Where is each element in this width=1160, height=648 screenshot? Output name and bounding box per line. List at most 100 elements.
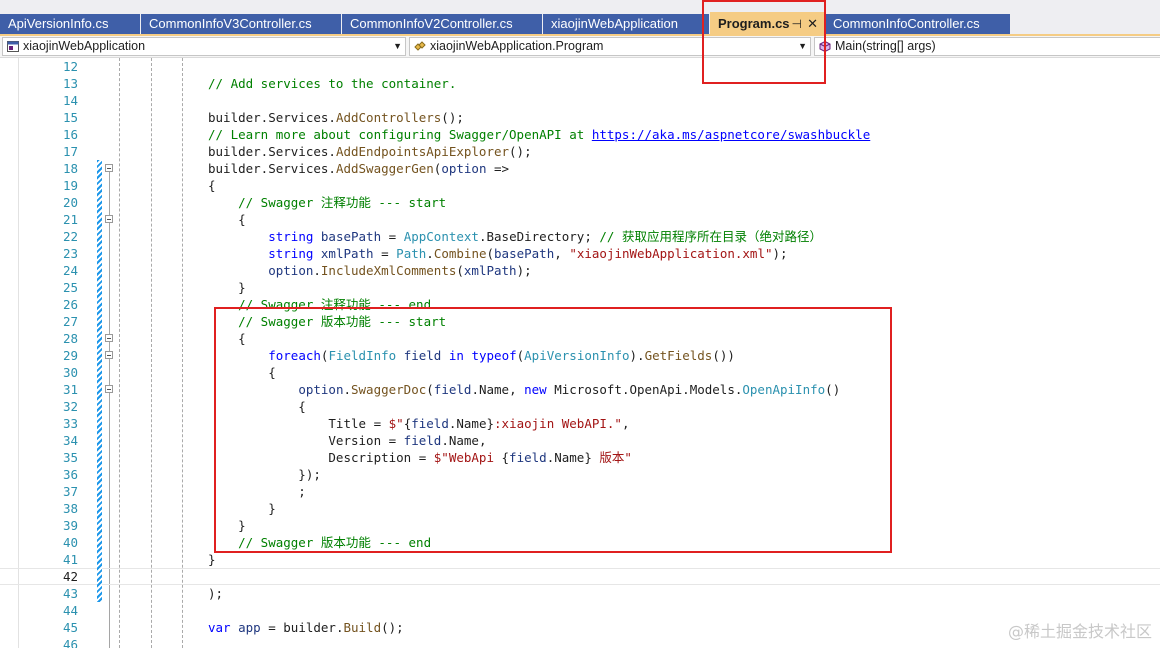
- code-token: field: [403, 348, 442, 363]
- code-line[interactable]: 14: [0, 92, 1160, 109]
- collapse-icon[interactable]: [105, 385, 113, 393]
- code-token: (: [456, 263, 464, 278]
- tab-commoninfocontroller[interactable]: CommonInfoController.cs: [825, 14, 1010, 34]
- line-number: 21: [62, 212, 78, 227]
- line-number: 30: [62, 365, 78, 380]
- code-line[interactable]: 21 {: [0, 211, 1160, 228]
- code-line[interactable]: 35 Description = $"WebApi {field.Name} 版…: [0, 449, 1160, 466]
- code-text: // Add services to the container.: [208, 75, 456, 92]
- code-line[interactable]: 40 // Swagger 版本功能 --- end: [0, 534, 1160, 551]
- project-dropdown[interactable]: xiaojinWebApplication ▼: [2, 37, 406, 56]
- code-line[interactable]: 34 Version = field.Name,: [0, 432, 1160, 449]
- code-text: var app = builder.Build();: [208, 619, 404, 636]
- code-text: string xmlPath = Path.Combine(basePath, …: [208, 245, 788, 262]
- code-line[interactable]: 31 option.SwaggerDoc(field.Name, new Mic…: [0, 381, 1160, 398]
- change-tracking-bar: [97, 585, 102, 602]
- code-token: );: [772, 246, 788, 261]
- code-token: {: [208, 331, 246, 346]
- code-line[interactable]: 27 // Swagger 版本功能 --- start: [0, 313, 1160, 330]
- change-tracking-bar: [97, 228, 102, 245]
- code-line[interactable]: 38 }: [0, 500, 1160, 517]
- line-number: 27: [62, 314, 78, 329]
- code-text: Title = $"{field.Name}:xiaojin WebAPI.",: [208, 415, 629, 432]
- code-token[interactable]: https://aka.ms/aspnetcore/swashbuckle: [592, 127, 870, 142]
- code-token: ;: [208, 484, 306, 499]
- code-token: (: [486, 246, 495, 261]
- code-token: string: [268, 246, 314, 261]
- collapse-icon[interactable]: [105, 215, 113, 223]
- tab-commoninfov2controller[interactable]: CommonInfoV2Controller.cs: [342, 14, 542, 34]
- code-line[interactable]: 24 option.IncludeXmlComments(xmlPath);: [0, 262, 1160, 279]
- code-line[interactable]: 13 // Add services to the container.: [0, 75, 1160, 92]
- code-token: SwaggerDoc: [351, 382, 427, 397]
- code-text: option.IncludeXmlComments(xmlPath);: [208, 262, 531, 279]
- code-text: // Swagger 版本功能 --- start: [208, 313, 446, 330]
- code-token: .: [426, 246, 434, 261]
- code-text: // Swagger 注释功能 --- end: [208, 296, 431, 313]
- code-line[interactable]: 43);: [0, 585, 1160, 602]
- code-token: .BaseDirectory;: [478, 229, 600, 244]
- tab-xiaojinwebapplication[interactable]: xiaojinWebApplication: [543, 14, 709, 34]
- code-line[interactable]: 15 builder.Services.AddControllers();: [0, 109, 1160, 126]
- line-number: 12: [62, 59, 78, 74]
- change-tracking-bar: [97, 245, 102, 262]
- code-token: Microsoft.OpenApi.Models.: [546, 382, 743, 397]
- change-tracking-bar: [97, 211, 102, 228]
- code-line[interactable]: 36 });: [0, 466, 1160, 483]
- code-line[interactable]: 12: [0, 58, 1160, 75]
- code-token: builder.Services.: [208, 144, 336, 159]
- code-line[interactable]: 22 string basePath = AppContext.BaseDire…: [0, 228, 1160, 245]
- class-dropdown[interactable]: xiaojinWebApplication.Program ▼: [409, 37, 811, 56]
- code-text: option.SwaggerDoc(field.Name, new Micros…: [208, 381, 840, 398]
- tab-program-cs[interactable]: Program.cs ⊣ ✕: [710, 12, 824, 36]
- code-line[interactable]: 23 string xmlPath = Path.Combine(basePat…: [0, 245, 1160, 262]
- code-line[interactable]: 41}: [0, 551, 1160, 568]
- code-line[interactable]: 19 {: [0, 177, 1160, 194]
- code-line[interactable]: 29 foreach(FieldInfo field in typeof(Api…: [0, 347, 1160, 364]
- tab-commoninfov3controller[interactable]: CommonInfoV3Controller.cs: [141, 14, 341, 34]
- code-line[interactable]: 17 builder.Services.AddEndpointsApiExplor…: [0, 143, 1160, 160]
- code-text: builder.Services.AddControllers();: [208, 109, 464, 126]
- code-token: foreach: [268, 348, 321, 363]
- code-line[interactable]: 39 }: [0, 517, 1160, 534]
- code-line[interactable]: 44: [0, 602, 1160, 619]
- code-line[interactable]: 37 ;: [0, 483, 1160, 500]
- code-token: .Name,: [471, 382, 525, 397]
- code-line[interactable]: 16 // Learn more about configuring Swagge…: [0, 126, 1160, 143]
- code-line[interactable]: 25 }: [0, 279, 1160, 296]
- code-line[interactable]: 46: [0, 636, 1160, 648]
- collapse-icon[interactable]: [105, 164, 113, 172]
- close-icon[interactable]: ✕: [807, 12, 818, 36]
- code-line[interactable]: 18 builder.Services.AddSwaggerGen(option …: [0, 160, 1160, 177]
- code-text: // Swagger 注释功能 --- start: [208, 194, 446, 211]
- line-number: 45: [62, 620, 78, 635]
- code-line[interactable]: 26 // Swagger 注释功能 --- end: [0, 296, 1160, 313]
- code-token: =>: [486, 161, 510, 176]
- code-line[interactable]: 33 Title = $"{field.Name}:xiaojin WebAPI…: [0, 415, 1160, 432]
- code-line[interactable]: 32 {: [0, 398, 1160, 415]
- pin-icon[interactable]: ⊣: [792, 12, 802, 36]
- code-line[interactable]: 42: [0, 568, 1160, 585]
- line-number: 19: [62, 178, 78, 193]
- code-token: ,: [621, 416, 630, 431]
- change-tracking-bar: [97, 432, 102, 449]
- method-cube-icon: [819, 41, 831, 52]
- tab-apiversioninfo[interactable]: ApiVersionInfo.cs: [0, 14, 140, 34]
- code-line[interactable]: 30 {: [0, 364, 1160, 381]
- code-line[interactable]: 45 var app = builder.Build();: [0, 619, 1160, 636]
- code-text: {: [208, 398, 306, 415]
- code-line[interactable]: 28 {: [0, 330, 1160, 347]
- member-dropdown[interactable]: Main(string[] args): [814, 37, 1160, 56]
- code-token: ();: [441, 110, 464, 125]
- code-token: {: [208, 399, 306, 414]
- collapse-icon[interactable]: [105, 351, 113, 359]
- code-token: basePath: [320, 229, 382, 244]
- code-editor[interactable]: 12 13// Add services to the container. 14 1…: [0, 58, 1160, 648]
- code-token: xmlPath: [320, 246, 374, 261]
- code-token: =: [381, 229, 404, 244]
- collapse-icon[interactable]: [105, 334, 113, 342]
- line-number: 40: [62, 535, 78, 550]
- code-line[interactable]: 20 // Swagger 注释功能 --- start: [0, 194, 1160, 211]
